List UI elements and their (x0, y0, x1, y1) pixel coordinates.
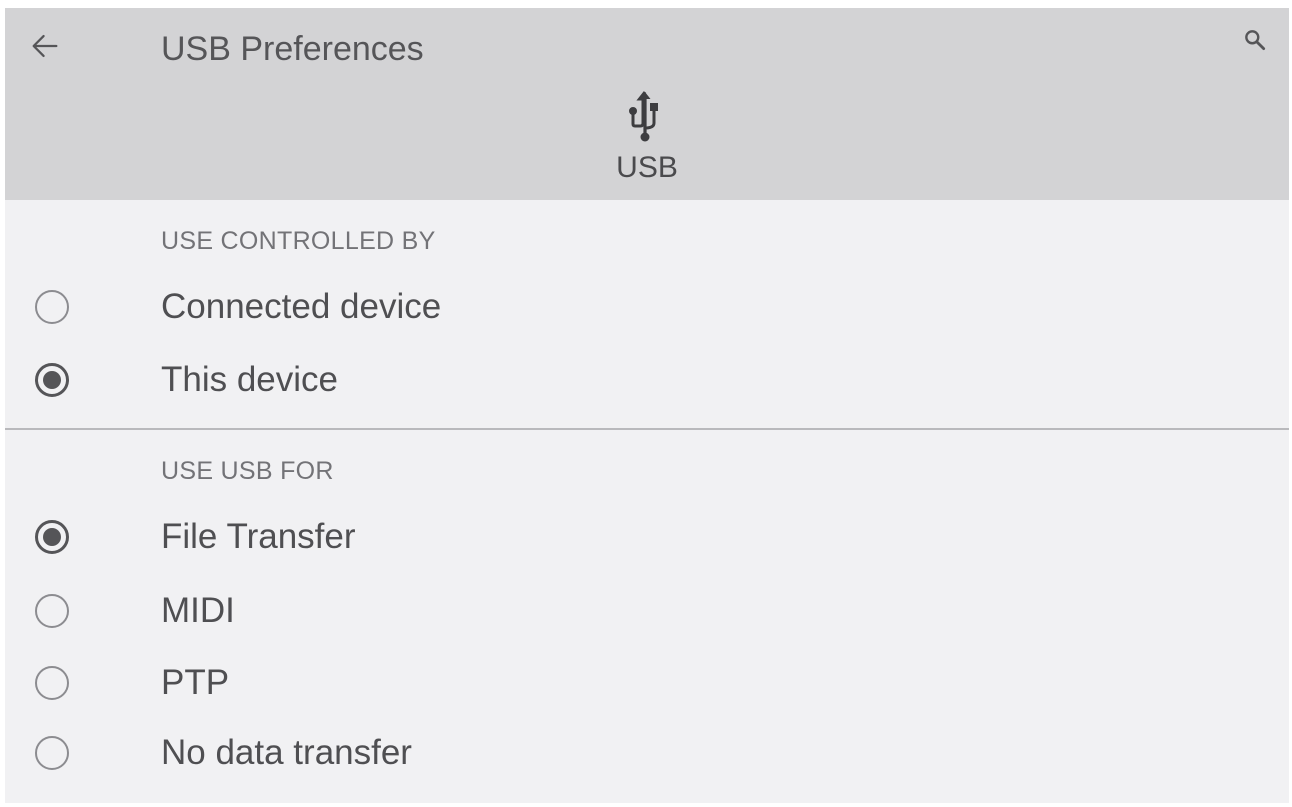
option-label: This device (161, 360, 339, 399)
option-label: PTP (161, 663, 230, 702)
section-divider (5, 428, 1289, 430)
radio-unchecked-icon[interactable] (35, 666, 69, 700)
radio-unchecked-icon[interactable] (35, 594, 69, 628)
option-label: Connected device (161, 287, 442, 326)
radio-checked-icon[interactable] (35, 363, 69, 397)
option-midi[interactable]: MIDI (5, 576, 1289, 646)
section-title-use-usb-for: USE USB FOR (161, 457, 334, 485)
radio-unchecked-icon[interactable] (35, 736, 69, 770)
page-title: USB Preferences (161, 30, 424, 68)
option-connected-device[interactable]: Connected device (5, 272, 1289, 342)
option-label: File Transfer (161, 517, 356, 556)
usb-icon (629, 91, 658, 142)
option-this-device[interactable]: This device (5, 345, 1289, 415)
search-icon (1245, 30, 1266, 51)
option-label: MIDI (161, 591, 235, 630)
radio-unchecked-icon[interactable] (35, 290, 69, 324)
search-button[interactable] (1235, 20, 1275, 60)
option-no-data-transfer[interactable]: No data transfer (5, 718, 1289, 788)
section-title-use-controlled-by: USE CONTROLLED BY (161, 227, 436, 255)
app-bar: USB Preferences USB (5, 8, 1289, 200)
arrow-left-icon (32, 34, 58, 58)
option-ptp[interactable]: PTP (5, 648, 1289, 718)
back-button[interactable] (21, 22, 69, 70)
radio-checked-icon[interactable] (35, 520, 69, 554)
option-file-transfer[interactable]: File Transfer (5, 502, 1289, 572)
usb-preferences-screen: USB Preferences USB USE CONTROLLED BY Co… (5, 8, 1289, 803)
usb-label: USB (616, 151, 678, 184)
option-label: No data transfer (161, 733, 412, 772)
